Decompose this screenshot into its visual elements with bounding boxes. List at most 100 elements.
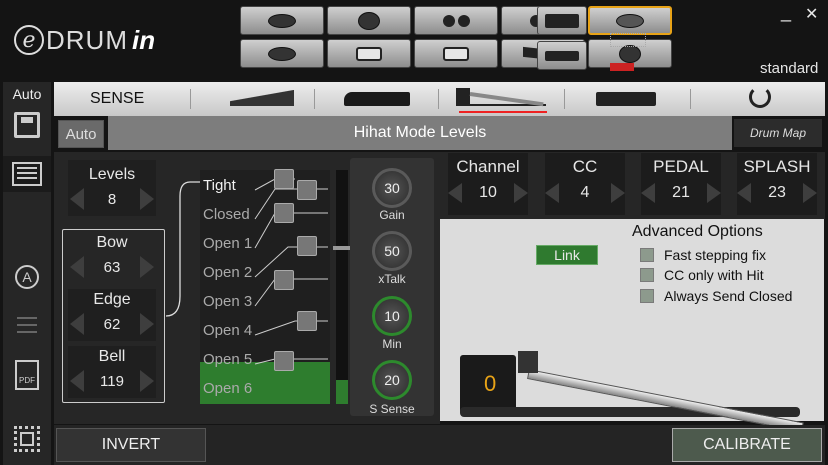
splash-decrement[interactable] [737, 183, 751, 203]
dual-zone-icon [442, 14, 470, 27]
option-cc-only[interactable]: CC only with Hit [640, 267, 764, 283]
bell-label: Bell [98, 348, 126, 365]
cc-increment[interactable] [611, 183, 625, 203]
pedal-spinner: PEDAL 21 [641, 153, 721, 215]
pdf-button[interactable]: PDF [3, 358, 51, 392]
min-label: Min [382, 337, 402, 351]
pad-cymbal-3[interactable] [240, 39, 324, 68]
invert-button[interactable]: INVERT [56, 428, 206, 462]
threshold-handle[interactable] [274, 169, 294, 189]
min-knob[interactable]: 10 [372, 296, 412, 336]
option-always-closed[interactable]: Always Send Closed [640, 288, 792, 304]
bell-value: 119 [100, 372, 124, 390]
cc-spinner: CC 4 [545, 153, 625, 215]
link-button[interactable]: Link [536, 245, 598, 265]
save-button[interactable] [3, 108, 51, 142]
sense-label: SENSE [90, 90, 145, 107]
divider [564, 89, 565, 109]
bow-value: 63 [103, 258, 121, 276]
threshold-handle[interactable] [297, 311, 317, 331]
chip-button[interactable] [3, 422, 51, 456]
threshold-handle[interactable] [274, 351, 294, 371]
close-button[interactable]: ✕ [805, 4, 818, 24]
pad-pedal-1[interactable] [537, 6, 587, 35]
levels-decrement[interactable] [70, 188, 84, 210]
group-connector [165, 181, 200, 317]
pedal-icon [545, 50, 579, 61]
channel-label: Channel [456, 157, 520, 176]
pad-drum-1[interactable] [327, 39, 411, 68]
option-label: Always Send Closed [664, 288, 793, 304]
channel-decrement[interactable] [448, 183, 462, 203]
channel-value: 10 [479, 184, 497, 201]
menu-list-button[interactable] [3, 156, 51, 192]
xtalk-knob[interactable]: 50 [372, 231, 412, 271]
checkbox[interactable] [640, 268, 654, 282]
hihat-icon [616, 13, 644, 28]
pedal-type-4[interactable] [596, 92, 656, 106]
threshold-handle[interactable] [274, 203, 294, 223]
bow-increment[interactable] [140, 256, 154, 278]
pedal-decrement[interactable] [641, 183, 655, 203]
logo-in: in [132, 24, 156, 55]
levels-value: 8 [107, 190, 117, 208]
splash-label: SPLASH [743, 157, 811, 176]
pedal-type-2[interactable] [344, 92, 410, 106]
pedal-plate [527, 369, 804, 433]
gain-label: Gain [379, 208, 405, 222]
pad-dual-1[interactable] [414, 6, 498, 35]
pad-cymbal-1[interactable] [240, 6, 324, 35]
lines-button[interactable] [3, 312, 51, 338]
s-sense-label: S Sense [369, 402, 415, 416]
pad-hihat-selected[interactable] [588, 6, 672, 35]
auto-mode-button[interactable]: A [3, 262, 51, 292]
checkbox[interactable] [640, 289, 654, 303]
checkbox[interactable] [640, 248, 654, 262]
cc-decrement[interactable] [545, 183, 559, 203]
mode-title: Hihat Mode Levels [108, 116, 732, 150]
edge-value: 62 [103, 315, 121, 333]
levels-increment[interactable] [140, 188, 154, 210]
sidebar-auto[interactable]: Auto [3, 82, 51, 106]
bow-decrement[interactable] [70, 256, 84, 278]
s-sense-knob[interactable]: 20 [372, 360, 412, 400]
edge-decrement[interactable] [70, 313, 84, 335]
cymbal-icon [358, 11, 380, 30]
refresh-icon[interactable] [749, 86, 771, 108]
gain-knob[interactable]: 30 [372, 168, 412, 208]
pedal-increment[interactable] [706, 183, 721, 203]
pdf-icon: PDF [15, 360, 39, 390]
option-label: Fast stepping fix [664, 247, 766, 263]
threshold-handle[interactable] [297, 236, 317, 256]
logo-e: e [14, 25, 44, 55]
divider [690, 89, 691, 109]
pad-pedal-2[interactable] [537, 41, 587, 70]
pad-cymbal-2[interactable] [327, 6, 411, 35]
minimize-button[interactable]: _ [781, 2, 791, 23]
divider [438, 89, 439, 109]
logo-drum: DRUM [46, 24, 128, 55]
edge-increment[interactable] [140, 313, 154, 335]
pedal-value: 21 [672, 184, 690, 201]
calibrate-button[interactable]: CALIBRATE [672, 428, 822, 462]
bell-decrement[interactable] [70, 370, 84, 392]
meter-marker[interactable] [333, 246, 351, 250]
list-icon [12, 162, 42, 186]
drum-map-button[interactable]: Drum Map [734, 119, 822, 147]
auto-button[interactable]: Auto [58, 120, 104, 148]
pad-drum-2[interactable] [414, 39, 498, 68]
bell-spinner: Bell 119 [68, 346, 156, 398]
splash-increment[interactable] [802, 183, 817, 203]
splash-spinner: SPLASH 23 [737, 153, 817, 215]
channel-spinner: Channel 10 [448, 153, 528, 215]
advanced-panel: Advanced Options Link Fast stepping fix … [440, 219, 824, 433]
channel-increment[interactable] [513, 183, 528, 203]
cymbal-icon [268, 13, 296, 28]
cc-value: 4 [580, 184, 590, 201]
threshold-handle[interactable] [274, 270, 294, 290]
bell-increment[interactable] [139, 370, 154, 392]
pedal-type-1[interactable] [230, 90, 294, 106]
pedal-type-3-selected[interactable] [456, 88, 546, 107]
threshold-handle[interactable] [297, 180, 317, 200]
option-fast-stepping[interactable]: Fast stepping fix [640, 247, 766, 263]
